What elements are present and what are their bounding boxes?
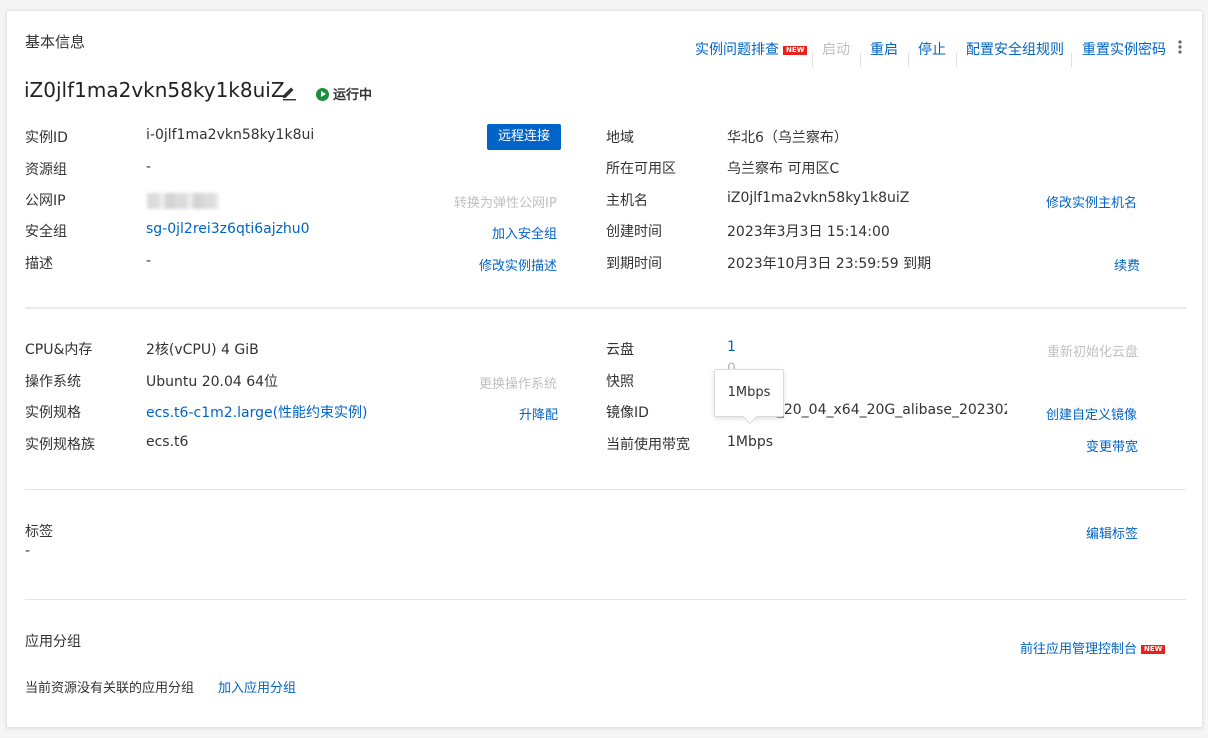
tooltip-text: 1Mbps [727, 385, 771, 400]
value-os: Ubuntu 20.04 64位 [146, 374, 279, 390]
value-hostname: iZ0jlf1ma2vkn58ky1k8uiZ [727, 190, 910, 206]
label-public-ip: 公网IP [25, 193, 66, 209]
divider [812, 53, 813, 67]
section-title: 基本信息 [25, 33, 86, 51]
disk-count-link[interactable]: 1 [727, 339, 736, 355]
pencil-icon[interactable] [280, 83, 298, 101]
section-divider [25, 599, 1186, 600]
label-cpu-memory: CPU&内存 [25, 342, 93, 358]
change-os-link[interactable]: 更换操作系统 [479, 373, 557, 392]
value-cpu-memory: 2核(vCPU) 4 GiB [146, 342, 259, 358]
value-instance-family: ecs.t6 [146, 434, 189, 450]
section-divider [25, 307, 1186, 309]
label-created-time: 创建时间 [606, 224, 662, 240]
add-app-group-link[interactable]: 加入应用分组 [218, 677, 296, 696]
new-badge: NEW [783, 46, 808, 55]
value-zone: 乌兰察布 可用区C [727, 161, 840, 177]
app-group-empty-text: 当前资源没有关联的应用分组 [25, 681, 195, 696]
label-instance-family: 实例规格族 [25, 437, 95, 453]
value-bandwidth: 1Mbps [727, 434, 774, 450]
divider [956, 53, 957, 67]
more-vertical-icon[interactable] [1176, 39, 1184, 55]
value-expire-time: 2023年10月3日 23:59:59 到期 [727, 256, 932, 272]
instance-type-link[interactable]: ecs.t6-c1m2.large(性能约束实例) [146, 402, 368, 422]
divider [908, 53, 909, 67]
divider [1071, 53, 1072, 67]
convert-eip-link[interactable]: 转换为弹性公网IP [454, 192, 557, 211]
label-os: 操作系统 [25, 374, 81, 390]
edit-description-link[interactable]: 修改实例描述 [479, 255, 557, 274]
label-region: 地域 [606, 130, 634, 146]
value-instance-id: i-0jlf1ma2vkn58ky1k8ui [146, 127, 315, 143]
tags-label: 标签 [25, 524, 53, 540]
label-bandwidth: 当前使用带宽 [606, 437, 690, 453]
goto-app-console-label[interactable]: 前往应用管理控制台 [1020, 642, 1137, 657]
upgrade-downgrade-link[interactable]: 升降配 [519, 404, 558, 423]
running-status-icon [316, 88, 329, 101]
start-button[interactable]: 启动 [822, 39, 850, 59]
app-group-label: 应用分组 [25, 634, 81, 650]
join-security-group-link[interactable]: 加入安全组 [492, 223, 557, 242]
value-description: - [146, 253, 152, 269]
edit-tags-link[interactable]: 编辑标签 [1086, 523, 1138, 542]
value-created-time: 2023年3月3日 15:14:00 [727, 224, 890, 240]
edit-hostname-link[interactable]: 修改实例主机名 [1046, 192, 1137, 211]
reset-password-button[interactable]: 重置实例密码 [1082, 39, 1166, 59]
label-snapshot: 快照 [606, 374, 634, 390]
stop-button[interactable]: 停止 [918, 39, 946, 59]
status-text: 运行中 [333, 88, 373, 103]
tags-value: - [25, 543, 31, 559]
label-instance-id: 实例ID [25, 130, 68, 146]
restart-button[interactable]: 重启 [870, 39, 898, 59]
value-region: 华北6（乌兰察布） [727, 130, 848, 146]
new-badge: NEW [1141, 645, 1166, 654]
label-disk: 云盘 [606, 342, 634, 358]
public-ip-masked [147, 193, 219, 209]
label-zone: 所在可用区 [606, 161, 676, 177]
goto-app-console[interactable]: 前往应用管理控制台 NEW [1020, 638, 1166, 657]
remote-connect-button[interactable]: 远程连接 [487, 124, 561, 150]
value-resource-group: - [146, 159, 152, 175]
section-divider [25, 489, 1186, 490]
change-bandwidth-link[interactable]: 变更带宽 [1086, 436, 1138, 455]
renew-link[interactable]: 续费 [1114, 255, 1140, 274]
troubleshoot-label[interactable]: 实例问题排查 [695, 42, 779, 58]
create-custom-image-link[interactable]: 创建自定义镜像 [1046, 404, 1137, 423]
security-group-rules-button[interactable]: 配置安全组规则 [966, 39, 1064, 59]
label-resource-group: 资源组 [25, 162, 67, 178]
label-image-id: 镜像ID [606, 405, 649, 421]
label-description: 描述 [25, 256, 53, 272]
status-indicator: 运行中 [316, 84, 372, 103]
label-expire-time: 到期时间 [606, 256, 662, 272]
instance-name: iZ0jlf1ma2vkn58ky1k8uiZ [24, 78, 285, 102]
label-security-group: 安全组 [25, 224, 67, 240]
basic-info-card: 基本信息 实例问题排查 NEW 启动 重启 停止 配置安全组规则 重置实例密码 i… [6, 10, 1203, 728]
label-hostname: 主机名 [606, 193, 648, 209]
label-instance-type: 实例规格 [25, 405, 81, 421]
reinit-disk-link[interactable]: 重新初始化云盘 [1047, 341, 1138, 360]
troubleshoot-action[interactable]: 实例问题排查 NEW [695, 39, 808, 59]
bandwidth-tooltip: 1Mbps [714, 369, 784, 417]
security-group-link[interactable]: sg-0jl2rei3z6qti6ajzhu0 [146, 221, 310, 237]
divider [860, 53, 861, 67]
